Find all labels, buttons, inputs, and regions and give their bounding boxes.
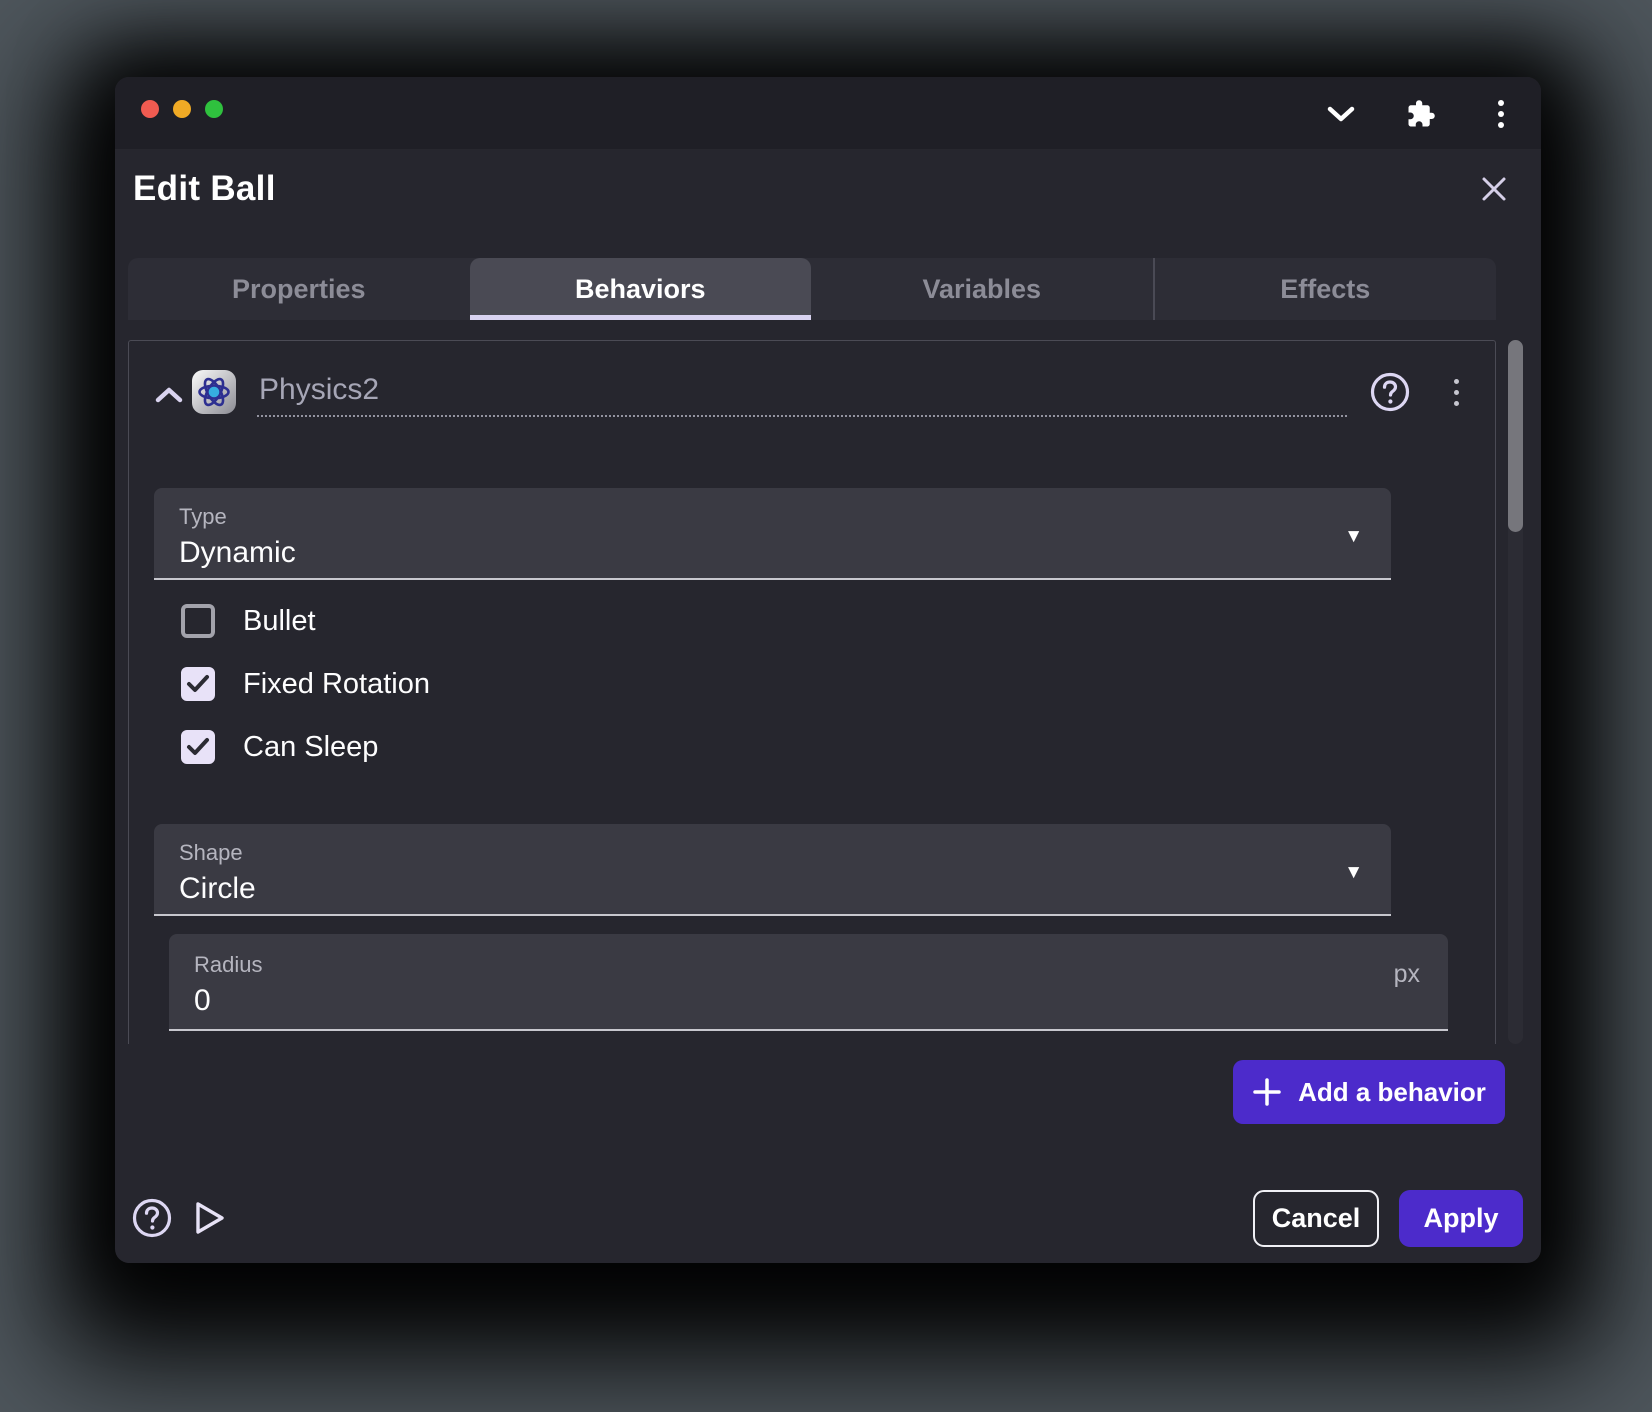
checkbox-bullet[interactable]: Bullet <box>181 604 316 638</box>
page-title: Edit Ball <box>133 169 276 209</box>
check-icon <box>186 737 210 757</box>
kebab-menu-icon[interactable] <box>1485 98 1517 130</box>
shape-label: Shape <box>179 840 243 866</box>
chevron-up-icon[interactable] <box>151 379 187 411</box>
close-dialog-icon[interactable] <box>1472 167 1516 211</box>
cancel-button[interactable]: Cancel <box>1253 1190 1379 1247</box>
minimize-window-button[interactable] <box>173 100 191 118</box>
add-behavior-label: Add a behavior <box>1298 1077 1486 1108</box>
add-behavior-button[interactable]: Add a behavior <box>1233 1060 1505 1124</box>
behavior-kebab-menu-icon[interactable] <box>1437 373 1475 411</box>
type-select[interactable]: Type Dynamic ▼ <box>154 488 1391 580</box>
plus-icon <box>1252 1077 1282 1107</box>
dialog-tabs: Properties Behaviors Variables Effects <box>128 258 1496 320</box>
radius-label: Radius <box>194 952 262 978</box>
shape-select[interactable]: Shape Circle ▼ <box>154 824 1391 916</box>
titlebar-actions <box>1325 77 1517 150</box>
checkbox-label: Fixed Rotation <box>243 668 430 701</box>
shape-value: Circle <box>179 872 256 906</box>
checkbox-box <box>181 730 215 764</box>
radius-field[interactable]: Radius px <box>169 934 1448 1031</box>
edit-ball-dialog-window: Edit Ball Properties Behaviors Variables… <box>115 77 1541 1263</box>
dropdown-arrow-icon: ▼ <box>1344 862 1363 884</box>
dropdown-arrow-icon: ▼ <box>1344 526 1363 548</box>
chevron-down-icon[interactable] <box>1325 98 1357 130</box>
help-circle-icon[interactable] <box>129 1195 175 1241</box>
check-icon <box>186 674 210 694</box>
behavior-name-field[interactable] <box>257 371 1347 417</box>
help-circle-icon[interactable] <box>1367 369 1413 415</box>
radius-unit: px <box>1394 960 1420 989</box>
tab-effects[interactable]: Effects <box>1153 258 1497 320</box>
checkbox-can-sleep[interactable]: Can Sleep <box>181 730 378 764</box>
scrollbar-thumb[interactable] <box>1508 340 1523 532</box>
checkbox-label: Can Sleep <box>243 731 378 764</box>
play-icon[interactable] <box>187 1195 233 1241</box>
radius-input[interactable] <box>194 984 1294 1018</box>
atom-icon <box>191 369 237 415</box>
close-window-button[interactable] <box>141 100 159 118</box>
behavior-panel: Type Dynamic ▼ Bullet Fixed Rotation Can… <box>128 340 1496 1044</box>
zoom-window-button[interactable] <box>205 100 223 118</box>
checkbox-label: Bullet <box>243 605 316 638</box>
apply-button[interactable]: Apply <box>1399 1190 1523 1247</box>
tab-behaviors[interactable]: Behaviors <box>470 258 812 320</box>
puzzle-extension-icon[interactable] <box>1405 98 1437 130</box>
checkbox-fixed-rotation[interactable]: Fixed Rotation <box>181 667 430 701</box>
checkbox-box <box>181 604 215 638</box>
type-label: Type <box>179 504 227 530</box>
tab-properties[interactable]: Properties <box>128 258 470 320</box>
window-titlebar <box>115 77 1541 150</box>
type-value: Dynamic <box>179 536 296 570</box>
traffic-lights <box>141 100 223 118</box>
checkbox-box <box>181 667 215 701</box>
tab-variables[interactable]: Variables <box>811 258 1153 320</box>
